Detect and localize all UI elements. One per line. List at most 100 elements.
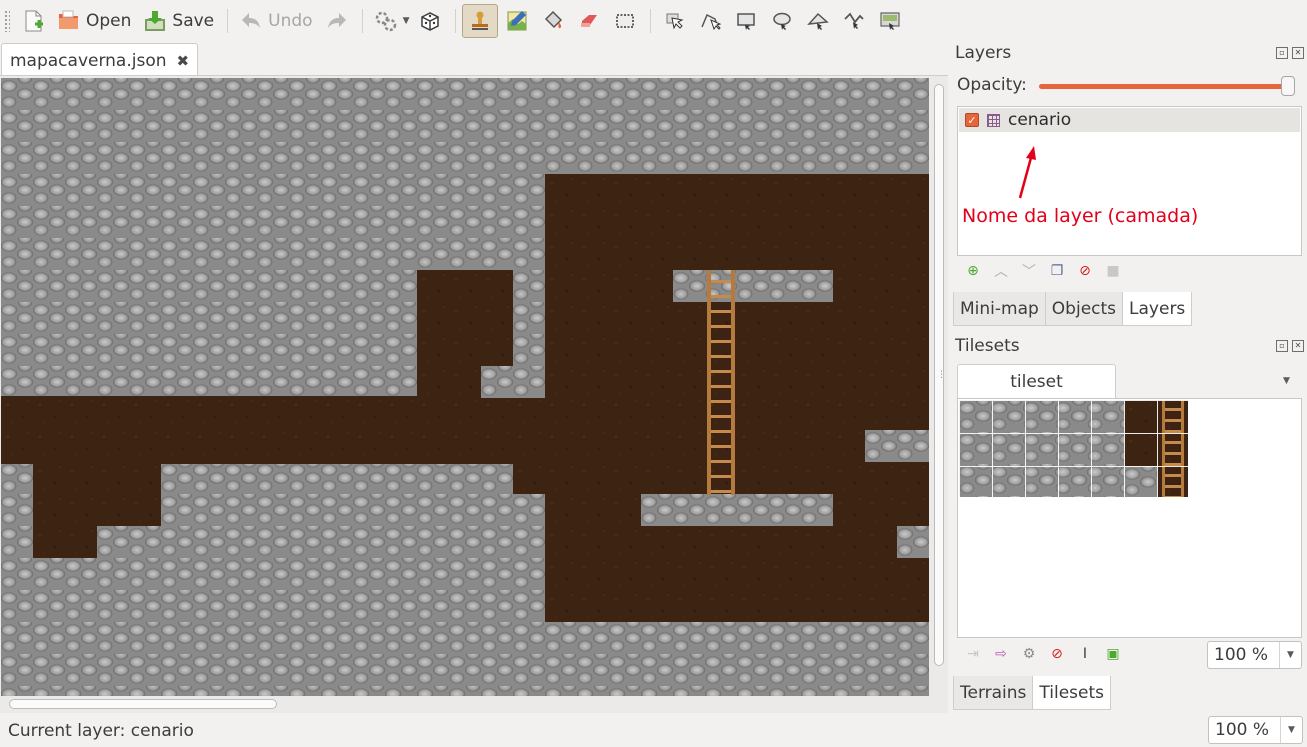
ladder-tiles <box>707 270 735 495</box>
opacity-slider[interactable] <box>1039 84 1295 89</box>
document-tab-bar: mapacaverna.json ✖ <box>0 42 948 77</box>
new-file-button[interactable] <box>16 4 50 38</box>
close-panel-icon[interactable]: ✕ <box>1292 47 1304 59</box>
panel-splitter-handle[interactable]: ⋮ <box>937 370 946 380</box>
cave-dirt-tiles <box>33 462 97 558</box>
tileset-list-dropdown-arrow[interactable]: ▼ <box>1283 376 1290 386</box>
annotation-arrow-icon <box>1018 146 1036 199</box>
toolbar-separator <box>361 9 363 33</box>
stone-tiles <box>481 366 545 398</box>
edit-tileset-image-icon[interactable]: ▣ <box>1104 645 1122 663</box>
terrain-brush-icon <box>507 11 527 31</box>
tilesets-panel-title: Tilesets <box>955 336 1020 356</box>
tab-tilesets[interactable]: Tilesets <box>1032 676 1112 710</box>
map-horizontal-scrollbar[interactable] <box>1 698 929 710</box>
tab-mini-map[interactable]: Mini-map <box>953 292 1046 326</box>
document-tab[interactable]: mapacaverna.json ✖ <box>1 43 199 77</box>
open-button-label: Open <box>86 11 132 31</box>
horizontal-scroll-thumb[interactable] <box>9 699 277 709</box>
tileset-toolbar: ⇥ ⇨ ⚙ ⊘ Ⅰ ▣ <box>964 645 1122 663</box>
float-panel-icon[interactable]: ▫ <box>1276 340 1288 352</box>
tab-objects[interactable]: Objects <box>1044 292 1124 326</box>
layer-visibility-checkbox[interactable]: ✓ <box>965 113 979 127</box>
rect-select-icon <box>616 14 635 28</box>
status-bar: Current layer: cenario 100 % ▼ <box>0 713 1307 747</box>
current-layer-status: Current layer: cenario <box>8 721 194 741</box>
insert-polygon-icon <box>807 12 830 30</box>
bucket-fill-button[interactable] <box>536 4 570 38</box>
stone-platform <box>673 270 833 302</box>
edit-terrain-icon[interactable]: Ⅰ <box>1076 645 1094 663</box>
random-dice-button[interactable] <box>413 4 447 38</box>
chevron-down-icon[interactable]: ▼ <box>1279 642 1301 668</box>
close-tab-icon[interactable]: ✖ <box>177 52 190 70</box>
main-toolbar: Open Save Undo ▼ <box>0 0 1307 42</box>
insert-polygon-button[interactable] <box>801 4 835 38</box>
opacity-slider-handle[interactable] <box>1281 76 1295 96</box>
toolbar-grip[interactable] <box>4 10 10 32</box>
insert-tile-button[interactable] <box>873 4 907 38</box>
map-canvas[interactable] <box>1 78 929 696</box>
new-tileset-icon[interactable]: ⇥ <box>964 645 982 663</box>
opacity-label: Opacity: <box>957 75 1027 95</box>
layers-panel-tabs: Mini-map Objects Layers <box>953 292 1193 326</box>
insert-tile-icon <box>880 12 901 30</box>
duplicate-layer-icon[interactable]: ❐ <box>1048 262 1066 280</box>
layer-properties-icon[interactable]: ■ <box>1104 262 1122 280</box>
stone-tiles <box>865 430 929 462</box>
tileset-zoom-value: 100 % <box>1214 645 1269 665</box>
random-mode-dropdown-arrow[interactable]: ▼ <box>403 16 410 26</box>
map-view <box>0 75 948 713</box>
remove-tileset-icon[interactable]: ⊘ <box>1048 645 1066 663</box>
toolbar-separator <box>455 9 457 33</box>
import-tileset-icon[interactable]: ⇨ <box>992 645 1010 663</box>
stone-platform <box>641 494 833 526</box>
edit-polygons-icon <box>701 13 722 31</box>
save-button[interactable]: Save <box>138 4 219 38</box>
insert-ellipse-button[interactable] <box>765 4 799 38</box>
random-mode-button[interactable] <box>369 4 403 38</box>
redo-button[interactable] <box>320 4 354 38</box>
stamp-brush-button[interactable] <box>462 4 499 38</box>
save-icon <box>145 11 166 31</box>
layer-name: cenario <box>1008 110 1072 130</box>
layer-row[interactable]: ✓ cenario <box>959 108 1300 132</box>
select-objects-icon <box>666 13 685 30</box>
tileset-view[interactable] <box>957 398 1302 638</box>
eraser-icon <box>581 15 598 27</box>
annotation-text: Nome da layer (camada) <box>962 205 1199 227</box>
select-objects-button[interactable] <box>657 4 691 38</box>
map-zoom-value: 100 % <box>1215 720 1270 740</box>
toolbar-separator <box>227 9 229 33</box>
close-panel-icon[interactable]: ✕ <box>1292 340 1304 352</box>
map-vertical-scrollbar[interactable] <box>933 78 945 696</box>
map-zoom-select[interactable]: 100 % ▼ <box>1208 716 1303 744</box>
tab-terrains[interactable]: Terrains <box>953 676 1034 710</box>
edit-polygons-button[interactable] <box>693 4 727 38</box>
layer-toolbar: ⊕ ︿ ﹀ ❐ ⊘ ■ <box>964 262 1122 280</box>
undo-button[interactable]: Undo <box>234 4 317 38</box>
remove-layer-icon[interactable]: ⊘ <box>1076 262 1094 280</box>
cave-dirt-tiles <box>97 462 161 526</box>
rectangular-select-button[interactable] <box>608 4 642 38</box>
tilesets-panel-tabs: Terrains Tilesets <box>953 676 1112 710</box>
insert-rectangle-button[interactable] <box>729 4 763 38</box>
open-folder-icon <box>59 10 78 29</box>
document-tab-label: mapacaverna.json <box>10 50 167 71</box>
tileset-zoom-select[interactable]: 100 % ▼ <box>1207 641 1302 669</box>
tab-layers[interactable]: Layers <box>1122 292 1193 326</box>
open-button[interactable]: Open <box>52 4 136 38</box>
raise-layer-icon[interactable]: ︿ <box>992 262 1010 280</box>
tileset-properties-icon[interactable]: ⚙ <box>1020 645 1038 663</box>
chevron-down-icon[interactable]: ▼ <box>1280 717 1302 743</box>
new-file-icon <box>25 10 43 32</box>
undo-icon <box>242 13 261 28</box>
lower-layer-icon[interactable]: ﹀ <box>1020 262 1038 280</box>
add-layer-icon[interactable]: ⊕ <box>964 262 982 280</box>
tileset-tab[interactable]: tileset <box>957 364 1116 398</box>
terrain-brush-button[interactable] <box>500 4 534 38</box>
insert-polyline-button[interactable] <box>837 4 871 38</box>
float-panel-icon[interactable]: ▫ <box>1276 47 1288 59</box>
layers-panel-title: Layers <box>955 43 1012 63</box>
eraser-button[interactable] <box>572 4 606 38</box>
